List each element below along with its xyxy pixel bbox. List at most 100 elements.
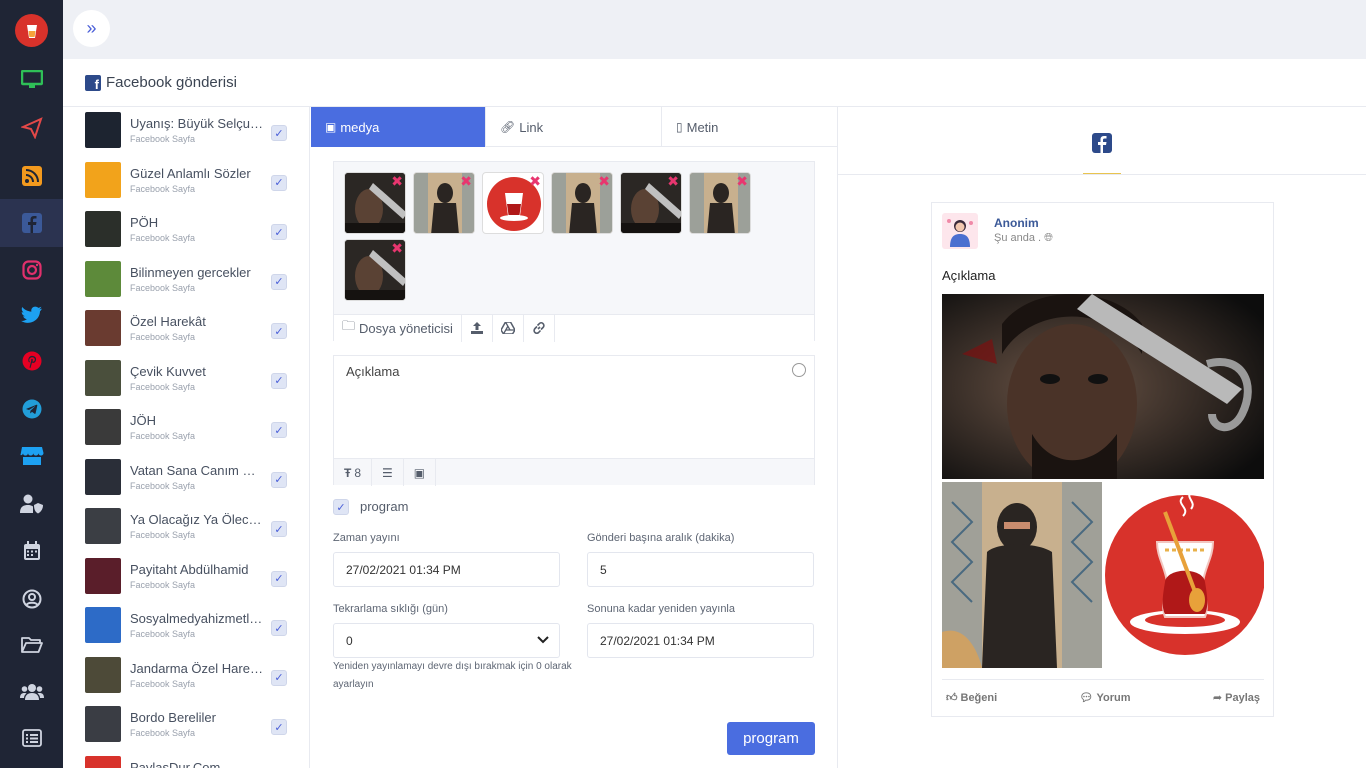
interval-input[interactable]: 5: [587, 552, 814, 587]
share-label: Paylaş: [1225, 691, 1260, 704]
rail-user-shield[interactable]: [0, 480, 63, 528]
time-label: Zaman yayını: [333, 532, 400, 544]
share-action[interactable]: ➦ Paylaş: [1213, 691, 1260, 705]
remove-media-icon[interactable]: ✖: [529, 173, 541, 190]
save-caption-button[interactable]: ▣: [404, 459, 437, 486]
media-thumbnail[interactable]: ✖: [620, 172, 682, 234]
rail-calendar[interactable]: [0, 527, 63, 575]
account-name: Ya Olacağız Ya Öleceğiz: [130, 512, 263, 527]
account-item[interactable]: Bilinmeyen gercekler Facebook Sayfa ✓: [85, 258, 295, 307]
rail-list[interactable]: [0, 714, 63, 762]
emoji-icon[interactable]: [792, 363, 806, 377]
preview-author[interactable]: Anonim: [994, 216, 1039, 230]
tab-link[interactable]: 🔗︎ Link: [486, 107, 662, 147]
remove-media-icon[interactable]: ✖: [598, 173, 610, 190]
account-item[interactable]: Özel Harekât Facebook Sayfa ✓: [85, 307, 295, 356]
account-checkbox[interactable]: ✓: [271, 323, 287, 339]
account-name: Jandarma Özel Harekât: [130, 660, 263, 676]
account-item[interactable]: Sosyalmedyahizmetleri Facebook Sayfa ✓: [85, 604, 295, 653]
account-avatar: [85, 260, 121, 297]
media-thumbnail[interactable]: ✖: [689, 172, 751, 234]
rail-files[interactable]: [0, 621, 63, 669]
upload-button[interactable]: [462, 314, 493, 342]
media-thumbnail[interactable]: ✖: [413, 172, 475, 234]
account-item[interactable]: Payitaht Abdülhamid Facebook Sayfa ✓: [85, 555, 295, 604]
rail-dashboard[interactable]: [0, 56, 63, 104]
media-thumbnail[interactable]: ✖: [551, 172, 613, 234]
preview-image-main[interactable]: [942, 294, 1264, 479]
description-editor[interactable]: Açıklama Ŧ 8 ☰ ▣: [333, 355, 815, 486]
account-type: Facebook Sayfa: [130, 530, 196, 540]
account-checkbox[interactable]: ✓: [271, 174, 287, 191]
account-checkbox[interactable]: ✓: [271, 125, 287, 141]
users-icon: [19, 684, 44, 700]
remove-media-icon[interactable]: ✖: [391, 240, 403, 257]
rail-telegram[interactable]: [0, 385, 63, 433]
schedule-submit-button[interactable]: program: [727, 722, 815, 755]
account-checkbox[interactable]: ✓: [271, 422, 287, 438]
account-checkbox[interactable]: ✓: [271, 669, 287, 686]
account-name: Özel Harekât: [130, 314, 206, 329]
repeat-select[interactable]: 0: [333, 623, 560, 658]
media-thumbnail[interactable]: ✖: [482, 172, 544, 234]
caption-list-button[interactable]: ☰: [372, 459, 404, 486]
account-checkbox[interactable]: ✓: [271, 224, 287, 240]
char-count-button[interactable]: Ŧ 8: [334, 459, 373, 486]
rail-facebook[interactable]: [0, 199, 63, 247]
account-item[interactable]: PÖH Facebook Sayfa ✓: [85, 208, 295, 257]
preview-image-second[interactable]: [942, 482, 1102, 668]
preview-tab-facebook[interactable]: [1083, 133, 1121, 175]
rail-twitter[interactable]: [0, 291, 63, 339]
account-avatar: [85, 161, 121, 198]
tab-label: Link: [519, 119, 544, 135]
account-item[interactable]: Ya Olacağız Ya Öleceğiz Facebook Sayfa ✓: [85, 505, 295, 554]
google-drive-button[interactable]: [493, 314, 524, 342]
remove-media-icon[interactable]: ✖: [391, 173, 403, 190]
user-shield-icon: [19, 494, 43, 514]
rail-send[interactable]: [0, 104, 63, 152]
rail-pinterest[interactable]: [0, 337, 63, 385]
schedule-checkbox[interactable]: ✓: [333, 499, 349, 515]
add-link-button[interactable]: [524, 314, 555, 342]
preview-image-third[interactable]: [1105, 482, 1264, 668]
account-checkbox[interactable]: ✓: [271, 471, 287, 488]
account-avatar: [85, 656, 121, 693]
media-thumbnail[interactable]: ✖: [344, 239, 406, 301]
account-checkbox[interactable]: ✓: [271, 372, 287, 389]
account-item[interactable]: Güzel Anlamlı Sözler Facebook Sayfa ✓: [85, 159, 295, 208]
tab-text[interactable]: ▯ Metin: [662, 107, 838, 147]
file-manager-button[interactable]: 🗀 Dosya yöneticisi: [334, 314, 462, 342]
time-input[interactable]: 27/02/2021 01:34 PM: [333, 552, 560, 587]
rail-store[interactable]: [0, 432, 63, 480]
interval-value: 5: [600, 562, 607, 577]
media-thumbnail[interactable]: ✖: [344, 172, 406, 234]
rail-instagram[interactable]: [0, 246, 63, 294]
account-checkbox[interactable]: ✓: [271, 273, 287, 290]
until-input[interactable]: 27/02/2021 01:34 PM: [587, 623, 814, 658]
tab-media[interactable]: ▣ medya: [311, 107, 486, 147]
rail-rss[interactable]: [0, 152, 63, 200]
account-checkbox[interactable]: ✓: [271, 570, 287, 587]
account-checkbox[interactable]: ✓: [271, 620, 287, 636]
remove-media-icon[interactable]: ✖: [460, 173, 472, 190]
comment-action[interactable]: 💬︎ Yorum: [1080, 691, 1131, 705]
account-item[interactable]: Bordo Bereliler Facebook Sayfa ✓: [85, 703, 295, 752]
account-checkbox[interactable]: ✓: [271, 719, 287, 735]
account-item[interactable]: PaylasDur.ComFacebook Sayfa✓: [85, 753, 295, 768]
account-item[interactable]: JÖH Facebook Sayfa ✓: [85, 406, 295, 455]
account-item[interactable]: Uyanış: Büyük Selçuklu Facebook Sayfa ✓: [85, 109, 295, 158]
time-value: 27/02/2021 01:34 PM: [346, 562, 461, 577]
expand-sidebar-button[interactable]: »: [73, 10, 110, 47]
like-action[interactable]: 👍︎ Beğeni: [946, 691, 997, 705]
account-checkbox[interactable]: ✓: [271, 521, 287, 537]
rail-users[interactable]: [0, 668, 63, 716]
remove-media-icon[interactable]: ✖: [667, 173, 679, 190]
remove-media-icon[interactable]: ✖: [736, 173, 748, 190]
rail-profile[interactable]: [0, 575, 63, 623]
app-logo[interactable]: [15, 14, 48, 47]
account-item[interactable]: Çevik Kuvvet Facebook Sayfa ✓: [85, 357, 295, 406]
file-manager-label: Dosya yöneticisi: [359, 320, 453, 336]
account-item[interactable]: Vatan Sana Canım Feda Facebook Sayfa ✓: [85, 456, 295, 505]
account-type: Facebook Sayfa: [130, 183, 196, 194]
account-item[interactable]: Jandarma Özel Harekât Facebook Sayfa ✓: [85, 654, 295, 703]
